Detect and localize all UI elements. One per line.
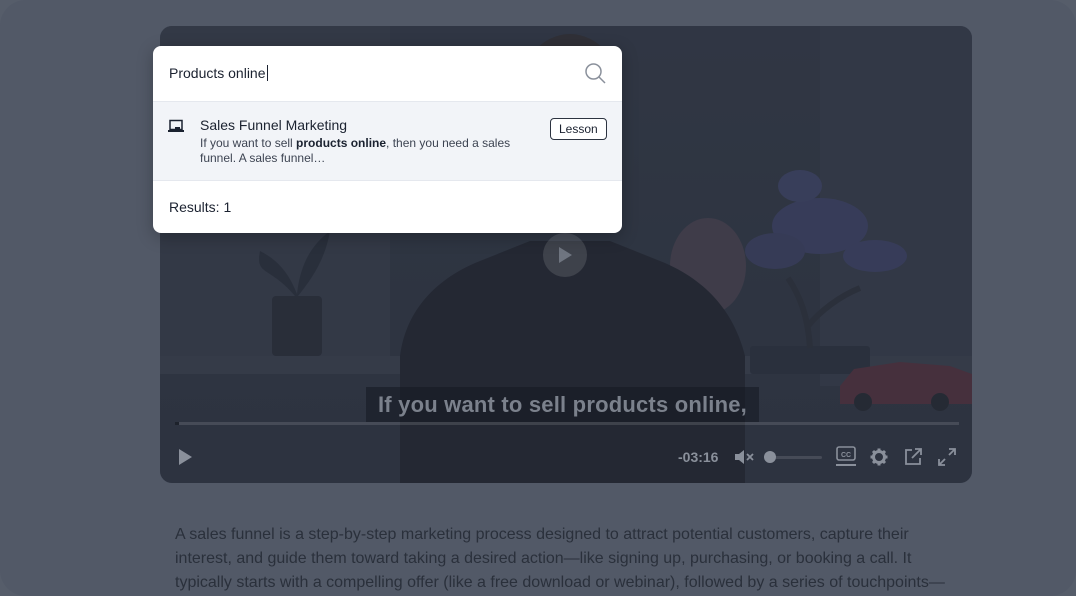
search-query: Products online [169, 65, 266, 81]
progress-bar[interactable] [175, 422, 959, 425]
time-remaining: -03:16 [678, 449, 719, 465]
search-icon[interactable] [584, 62, 606, 84]
volume-muted-icon [735, 450, 754, 464]
laptop-icon [168, 119, 184, 132]
video-controls: -03:16 CC [160, 436, 972, 476]
result-type-badge: Lesson [550, 118, 607, 140]
svg-text:CC: CC [841, 452, 851, 459]
closed-captions-icon: CC [836, 446, 856, 466]
article-paragraph: A sales funnel is a step-by-step marketi… [175, 526, 945, 591]
video-caption: If you want to sell products online, [366, 387, 759, 422]
gear-icon [870, 448, 888, 466]
result-title: Sales Funnel Marketing [200, 117, 348, 133]
text-caret [266, 65, 268, 81]
search-popup: Products online Sales Funnel Marketing I… [153, 46, 622, 233]
search-bar[interactable]: Products online [153, 46, 622, 102]
results-count: Results: 1 [169, 199, 232, 215]
external-link-icon [905, 448, 922, 465]
search-result-item[interactable]: Sales Funnel Marketing If you want to se… [153, 102, 622, 181]
big-play-button[interactable] [543, 233, 587, 277]
result-snippet: If you want to sell products online, the… [200, 136, 540, 166]
progress-fill [175, 422, 179, 425]
snippet-highlight: products online [296, 136, 387, 150]
play-button[interactable] [174, 446, 196, 468]
captions-button[interactable]: CC [835, 444, 857, 468]
fullscreen-icon [938, 448, 956, 466]
play-icon [179, 449, 192, 465]
search-input[interactable]: Products online [169, 65, 268, 81]
settings-button[interactable] [868, 446, 890, 468]
popout-button[interactable] [902, 446, 924, 468]
fullscreen-button[interactable] [936, 446, 958, 468]
snippet-text: If you want to sell [200, 136, 297, 150]
mute-button[interactable] [733, 446, 755, 468]
play-icon [559, 247, 572, 263]
volume-slider-handle[interactable] [764, 451, 776, 463]
